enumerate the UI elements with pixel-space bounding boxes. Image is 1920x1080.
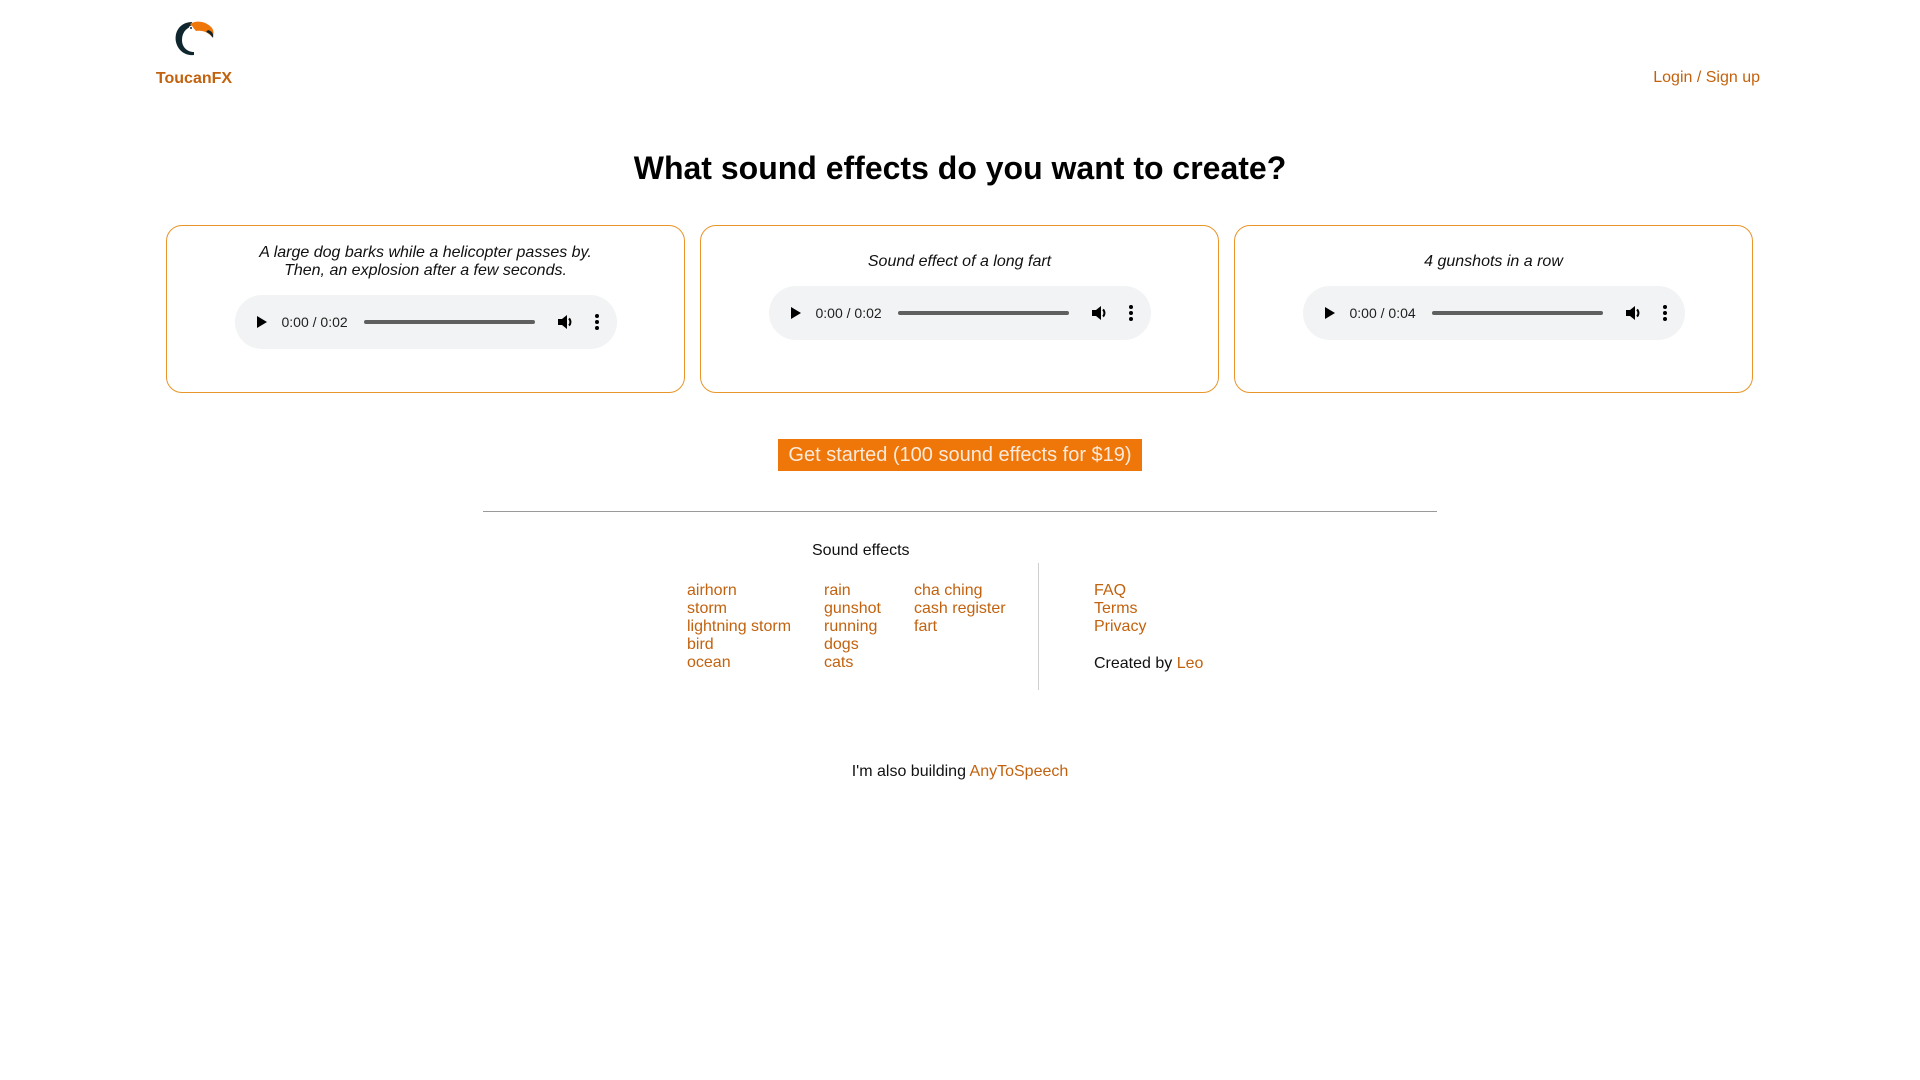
sound-effect-link[interactable]: gunshot — [824, 600, 881, 618]
sound-effect-link[interactable]: cats — [824, 654, 881, 672]
footer-links: FAQ Terms Privacy — [1094, 582, 1146, 636]
volume-icon[interactable] — [1091, 305, 1109, 321]
sound-effects-heading: Sound effects — [812, 542, 910, 559]
created-by: Created by Leo — [1094, 655, 1203, 673]
prompt-line: 4 gunshots in a row — [1424, 253, 1563, 270]
volume-icon[interactable] — [557, 314, 575, 330]
page-title: What sound effects do you want to create… — [633, 150, 1287, 186]
login-signup-link[interactable]: Login / Sign up — [1653, 69, 1760, 87]
faq-link[interactable]: FAQ — [1094, 582, 1146, 600]
example-card: 4 gunshots in a row 0:00 / 0:04 — [1234, 225, 1753, 393]
sound-effect-link[interactable]: fart — [914, 618, 1006, 636]
audio-player[interactable]: 0:00 / 0:04 — [1302, 286, 1685, 340]
brand-logo-link[interactable]: ToucanFX — [148, 18, 240, 88]
audio-player[interactable]: 0:00 / 0:02 — [234, 295, 617, 349]
sound-effect-link[interactable]: lightning storm — [687, 618, 791, 636]
get-started-button[interactable]: Get started (100 sound effects for $19) — [778, 439, 1142, 471]
prompt-line: A large dog barks while a helicopter pas… — [259, 244, 592, 261]
prompt-line: Then, an explosion after a few seconds. — [284, 262, 567, 279]
sound-effect-link[interactable]: running — [824, 618, 881, 636]
play-icon[interactable] — [1324, 307, 1335, 319]
audio-seek-bar[interactable] — [1431, 311, 1603, 315]
brand-name[interactable]: ToucanFX — [148, 70, 240, 88]
created-by-label: Created by — [1094, 655, 1177, 672]
sound-effect-link[interactable]: ocean — [687, 654, 791, 672]
anytospeech-link[interactable]: AnyToSpeech — [970, 763, 1069, 780]
footer-divider — [483, 511, 1437, 512]
more-vertical-icon[interactable] — [1128, 305, 1133, 321]
play-icon[interactable] — [256, 316, 267, 328]
audio-time: 0:00 / 0:02 — [281, 314, 348, 330]
example-card: Sound effect of a long fart 0:00 / 0:02 — [700, 225, 1219, 393]
prompt-line: Sound effect of a long fart — [867, 253, 1052, 270]
terms-link[interactable]: Terms — [1094, 600, 1146, 618]
sound-effects-column: rain gunshot running dogs cats — [824, 582, 881, 672]
audio-time: 0:00 / 0:02 — [815, 305, 882, 321]
sound-effect-link[interactable]: bird — [687, 636, 791, 654]
sound-effects-column: cha ching cash register fart — [914, 582, 1006, 636]
author-link[interactable]: Leo — [1177, 655, 1204, 672]
sound-effect-link[interactable]: airhorn — [687, 582, 791, 600]
sound-effect-link[interactable]: rain — [824, 582, 881, 600]
audio-time: 0:00 / 0:04 — [1349, 305, 1416, 321]
more-vertical-icon[interactable] — [594, 314, 599, 330]
sound-effect-link[interactable]: cash register — [914, 600, 1006, 618]
audio-seek-bar[interactable] — [363, 320, 535, 324]
example-cards: A large dog barks while a helicopter pas… — [166, 225, 1753, 393]
also-building-label: I'm also building — [851, 763, 970, 780]
footer-vertical-divider — [1038, 563, 1039, 690]
volume-icon[interactable] — [1625, 305, 1643, 321]
sound-effect-link[interactable]: dogs — [824, 636, 881, 654]
sound-effects-column: airhorn storm lightning storm bird ocean — [687, 582, 791, 672]
example-prompt: A large dog barks while a helicopter pas… — [259, 244, 592, 280]
audio-seek-bar[interactable] — [897, 311, 1069, 315]
more-vertical-icon[interactable] — [1662, 305, 1667, 321]
privacy-link[interactable]: Privacy — [1094, 618, 1146, 636]
also-building: I'm also building AnyToSpeech — [0, 763, 1920, 781]
audio-player[interactable]: 0:00 / 0:02 — [768, 286, 1151, 340]
sound-effect-link[interactable]: storm — [687, 600, 791, 618]
example-prompt: Sound effect of a long fart — [868, 253, 1051, 271]
sound-effect-link[interactable]: cha ching — [914, 582, 1006, 600]
play-icon[interactable] — [790, 307, 801, 319]
example-card: A large dog barks while a helicopter pas… — [166, 225, 685, 393]
toucan-logo-icon — [175, 21, 214, 56]
example-prompt: 4 gunshots in a row — [1424, 253, 1563, 271]
